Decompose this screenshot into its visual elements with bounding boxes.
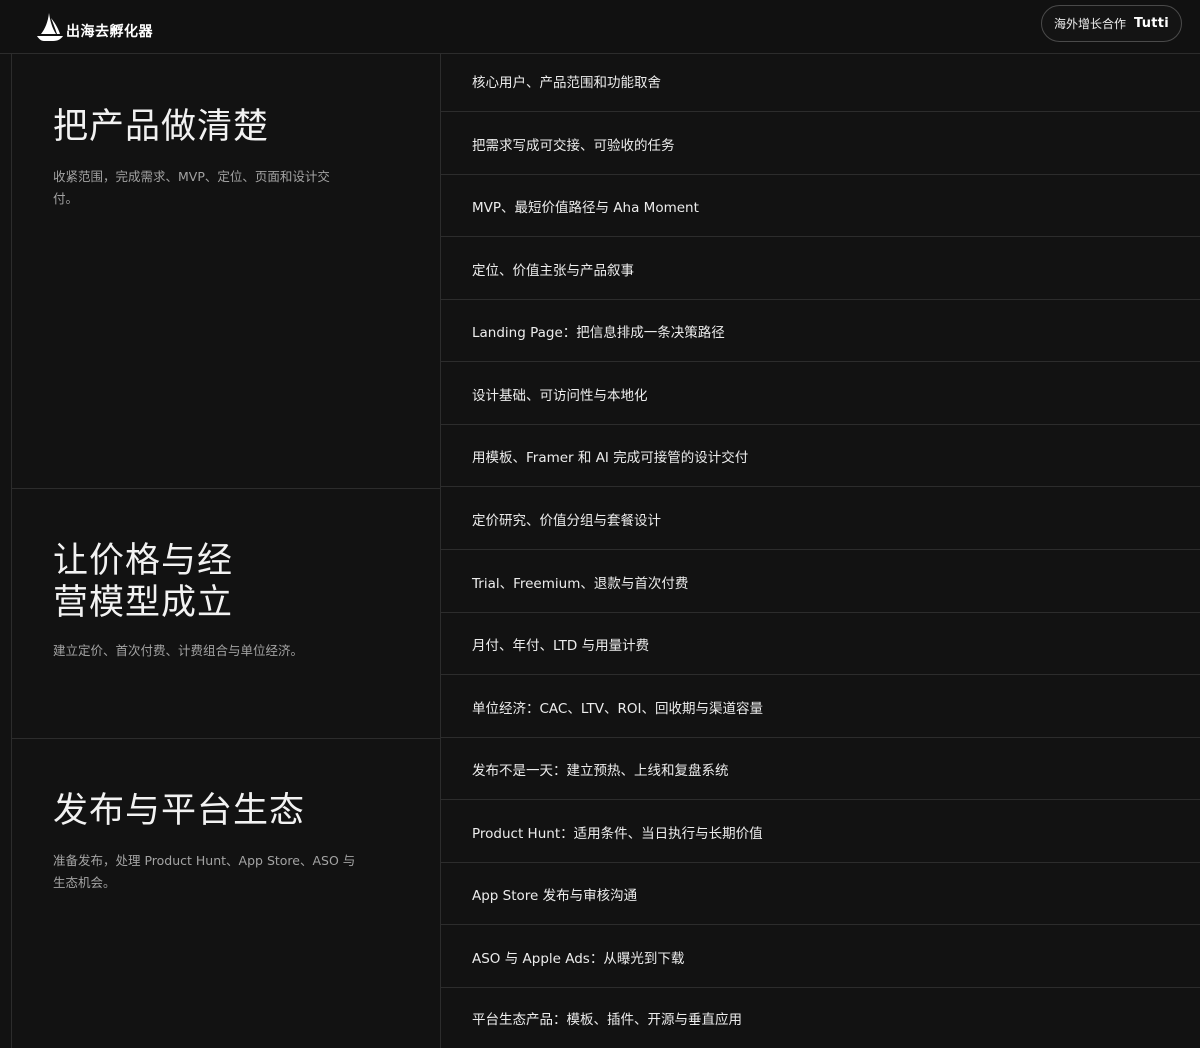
page: 出海去孵化器 海外增长合作 Tutti 把产品做清楚 收紧范围，完成需求、MVP… [0, 0, 1200, 1048]
list-item[interactable]: 单位经济：CAC、LTV、ROI、回收期与渠道容量 [441, 676, 1200, 738]
section-divider [12, 488, 440, 489]
section-description-line: 生态机会。 [53, 875, 116, 890]
list-item[interactable]: App Store 发布与审核沟通 [441, 863, 1200, 925]
brand-logo-link[interactable]: 出海去孵化器 [36, 8, 153, 42]
sailboat-icon [36, 12, 64, 42]
list-item[interactable]: 设计基础、可访问性与本地化 [441, 363, 1200, 425]
list-item[interactable]: 发布不是一天：建立预热、上线和复盘系统 [441, 738, 1200, 800]
section-description-launch: 准备发布，处理 Product Hunt、App Store、ASO 与 生态机… [53, 850, 373, 894]
tutti-logo: Tutti [1133, 16, 1170, 31]
list-item[interactable]: Landing Page：把信息排成一条决策路径 [441, 300, 1200, 362]
list-item[interactable]: MVP、最短价值路径与 Aha Moment [441, 175, 1200, 237]
section-title-pricing: 让价格与经 营模型成立 [53, 540, 393, 624]
list-item[interactable]: ASO 与 Apple Ads：从曝光到下载 [441, 926, 1200, 988]
section-title-product: 把产品做清楚 [53, 107, 270, 147]
list-item[interactable]: 核心用户、产品范围和功能取舍 [441, 50, 1200, 112]
list-item[interactable]: 月付、年付、LTD 与用量计费 [441, 613, 1200, 675]
list-item[interactable]: 定价研究、价值分组与套餐设计 [441, 488, 1200, 550]
left-divider [11, 54, 12, 1048]
section-description-product: 收紧范围，完成需求、MVP、定位、页面和设计交付。 [53, 169, 330, 206]
section-title-launch: 发布与平台生态 [53, 791, 306, 831]
list-item[interactable]: 定位、价值主张与产品叙事 [441, 238, 1200, 300]
section-description-line: 准备发布，处理 Product Hunt、App Store、ASO 与 [53, 853, 356, 868]
list-item[interactable]: 平台生态产品：模板、插件、开源与垂直应用 [441, 988, 1200, 1048]
growth-partner-label: 海外增长合作 [1053, 17, 1126, 31]
list-item[interactable]: Product Hunt：适用条件、当日执行与长期价值 [441, 801, 1200, 863]
section-title-line: 让价格与经 [53, 541, 234, 581]
section-description-pricing: 建立定价、首次付费、计费组合与单位经济。 [53, 643, 304, 658]
list-item[interactable]: Trial、Freemium、退款与首次付费 [441, 551, 1200, 613]
list-item[interactable]: 把需求写成可交接、可验收的任务 [441, 113, 1200, 175]
section-title-line: 营模型成立 [53, 583, 234, 623]
section-divider [12, 738, 440, 739]
top-bar: 出海去孵化器 海外增长合作 Tutti [0, 0, 1200, 54]
growth-partner-button[interactable]: 海外增长合作 Tutti [1041, 5, 1182, 42]
list-item[interactable]: 用模板、Framer 和 AI 完成可接管的设计交付 [441, 425, 1200, 487]
brand-name: 出海去孵化器 [66, 24, 153, 40]
